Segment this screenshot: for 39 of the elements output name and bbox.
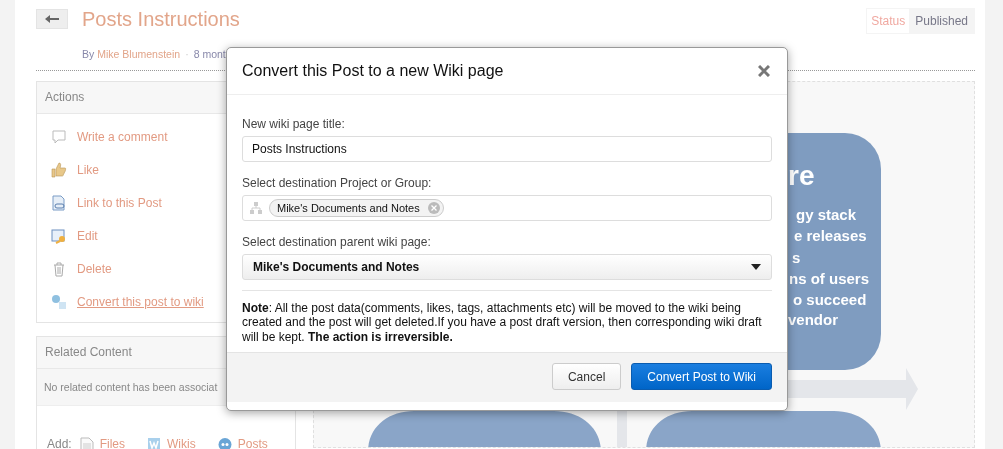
add-label: Add:	[47, 437, 72, 449]
parent-page-dropdown[interactable]: Mike's Documents and Notes	[242, 254, 772, 280]
field-label: Select destination parent wiki page:	[242, 235, 432, 249]
slide-text: s	[792, 249, 801, 266]
add-link[interactable]: Files	[79, 436, 126, 449]
dialog-title: Convert this Post to a new Wiki page	[242, 62, 504, 80]
status-value: Published	[909, 9, 974, 33]
slide-text: vendor	[788, 311, 838, 328]
trash-icon	[51, 260, 67, 277]
cancel-button[interactable]: Cancel	[551, 363, 622, 391]
field-label: New wiki page title:	[242, 117, 346, 131]
slide-text: ns of users	[789, 270, 870, 287]
post-time: 8 mont	[193, 48, 226, 60]
edit-key-icon	[51, 227, 67, 244]
back-arrow-icon	[44, 14, 60, 24]
post-title: Posts Instructions	[82, 7, 240, 31]
convert-button[interactable]: Convert Post to Wiki	[631, 363, 772, 391]
slide-text: gy stack	[796, 206, 857, 223]
slide-text: o succeed	[793, 291, 867, 308]
slide-text: e releases	[794, 227, 867, 244]
thumbs-up-icon	[51, 161, 67, 178]
document-link-icon	[51, 194, 67, 211]
group-field[interactable]: Mike's Documents and Notes	[242, 195, 772, 221]
author-link[interactable]: Mike Blumenstein	[97, 48, 181, 60]
add-link[interactable]: Posts	[217, 436, 268, 449]
status-label: Status	[870, 14, 907, 28]
byline-separator: ·	[185, 48, 189, 60]
back-button[interactable]	[36, 9, 68, 29]
note-text: Note: All the post data(comments, likes, tags, attachments etc) will be moved to the wiki being created and the post will get deleted.If you have a post draft version, then corresponding wiki draft will be kept. The action is irreversible.	[242, 290, 772, 345]
add-link[interactable]: Wikis	[147, 436, 196, 449]
byline-prefix: By	[82, 48, 95, 60]
speech-bubble-icon	[51, 128, 67, 145]
close-icon[interactable]	[758, 65, 770, 77]
tag-label: Mike's Documents and Notes	[277, 202, 420, 214]
slide-heading: re	[788, 160, 815, 191]
caret-icon	[751, 264, 761, 270]
field-label: Select destination Project or Group:	[242, 176, 433, 190]
title-input[interactable]: Posts Instructions	[242, 136, 772, 162]
hierarchy-icon	[249, 201, 263, 215]
